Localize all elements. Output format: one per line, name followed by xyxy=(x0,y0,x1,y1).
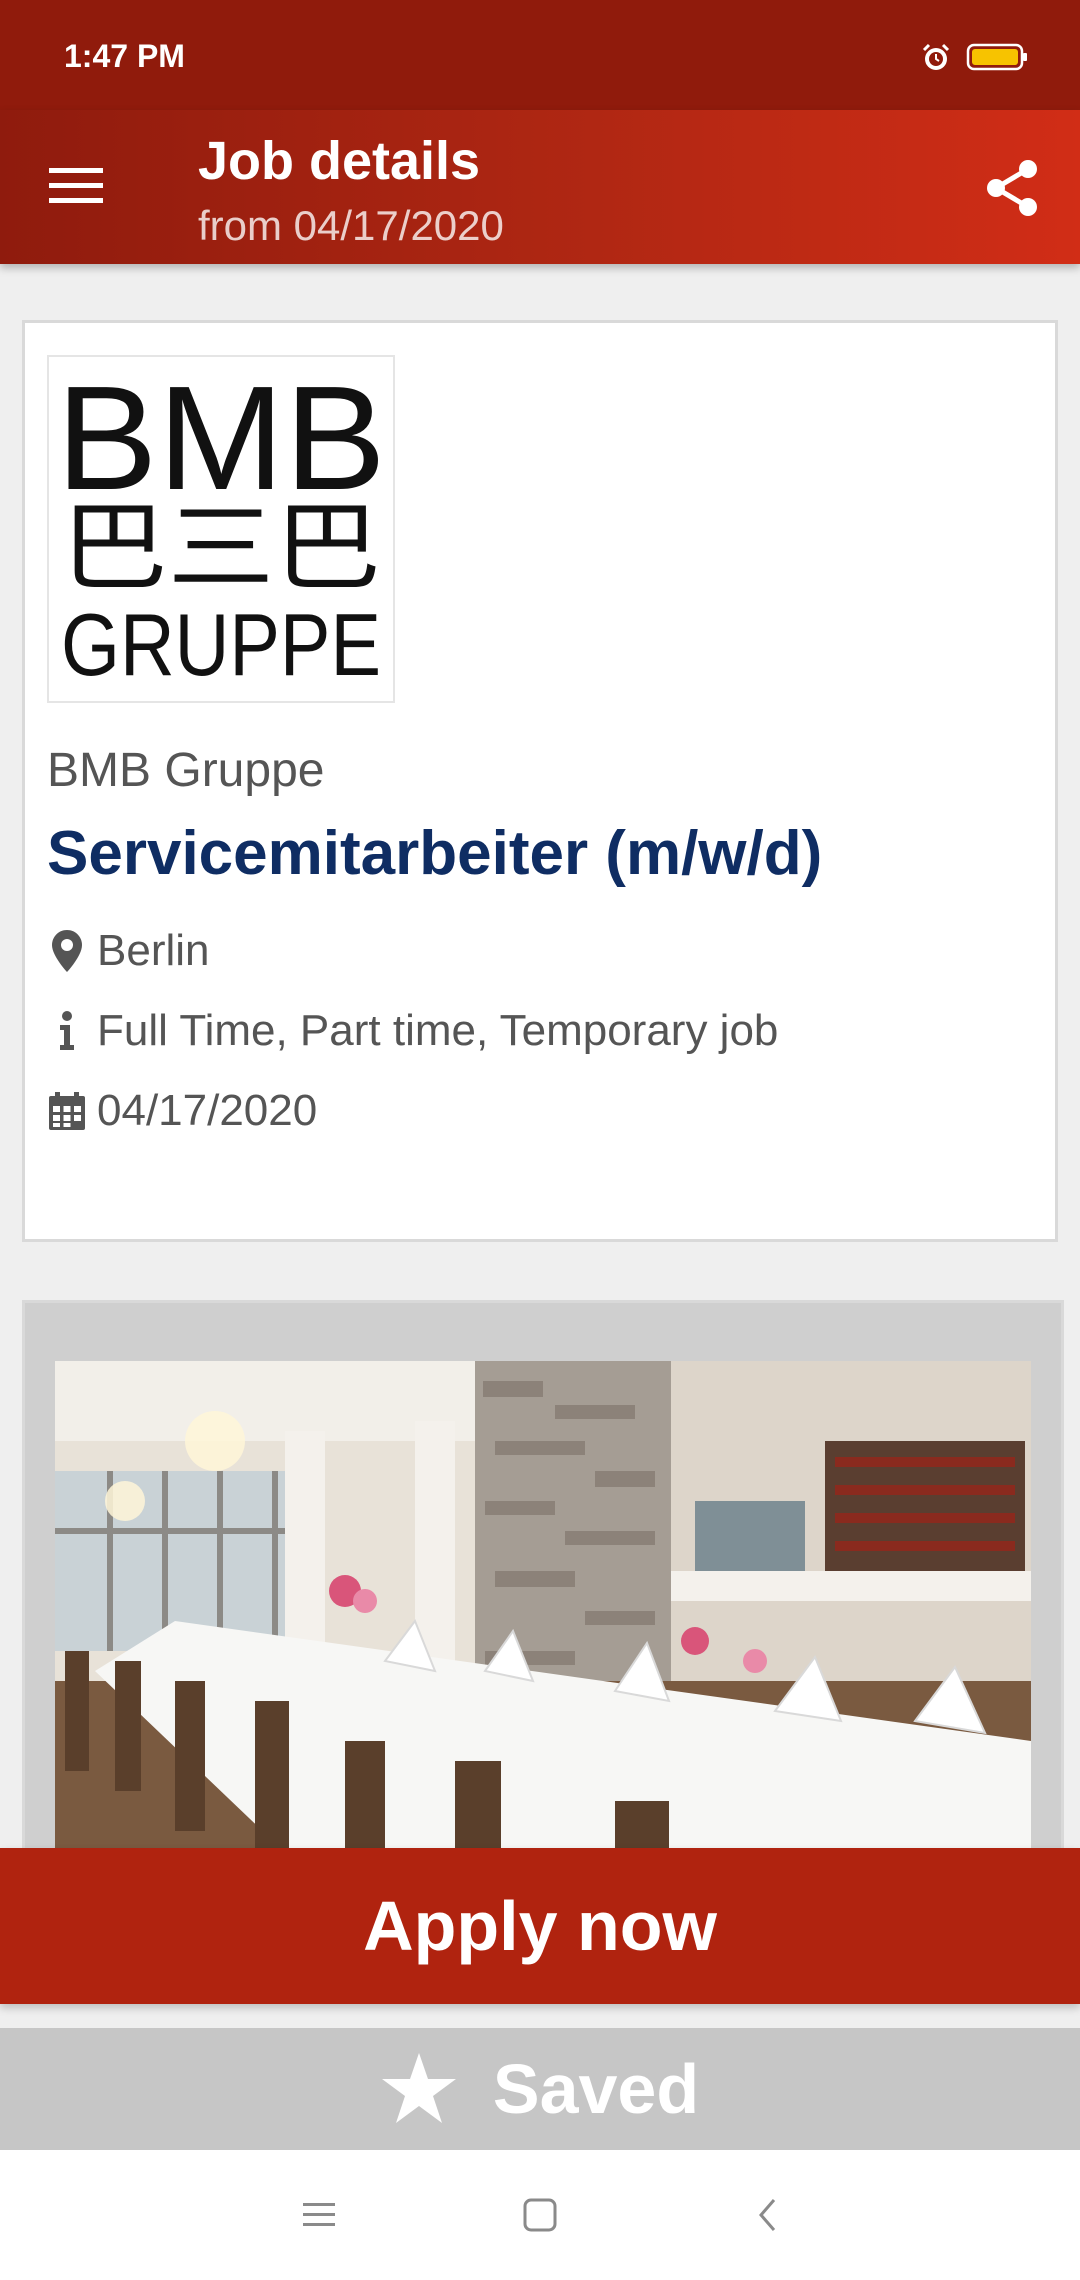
battery-icon xyxy=(966,43,1027,71)
photo-card xyxy=(22,1300,1064,1860)
job-details-screen: 1:47 PM Job details from 04/17/2020 BMB … xyxy=(0,0,1080,2280)
employment-type-row: Full Time, Part time, Temporary job xyxy=(47,1001,778,1061)
company-logo: BMB 巴三巴 GRUPPE xyxy=(47,355,395,703)
alarm-icon xyxy=(922,43,950,70)
restaurant-photo xyxy=(55,1361,1031,1857)
page-title: Job details xyxy=(198,131,481,191)
status-bar: 1:47 PM xyxy=(0,0,1080,110)
logo-line-3: GRUPPE xyxy=(61,595,381,694)
employment-type-text: Full Time, Part time, Temporary job xyxy=(97,1006,779,1055)
system-nav-bar xyxy=(0,2150,1080,2280)
recents-icon xyxy=(303,2203,335,2226)
hamburger-menu-icon xyxy=(49,168,103,203)
info-icon xyxy=(47,1009,87,1053)
app-bar: Job details from 04/17/2020 xyxy=(0,110,1080,264)
calendar-icon xyxy=(47,1089,87,1133)
page-subtitle: from 04/17/2020 xyxy=(198,202,504,249)
share-button[interactable] xyxy=(974,150,1050,226)
star-icon xyxy=(381,2053,456,2123)
home-icon xyxy=(523,2198,557,2232)
back-icon xyxy=(759,2199,776,2231)
menu-button[interactable] xyxy=(40,150,112,222)
location-row: Berlin xyxy=(47,921,210,981)
location-pin-icon xyxy=(47,929,87,973)
saved-label: Saved xyxy=(492,2050,700,2128)
home-button[interactable] xyxy=(515,2190,565,2240)
apply-now-label: Apply now xyxy=(363,1887,717,1965)
company-name: BMB Gruppe xyxy=(47,744,325,797)
share-icon xyxy=(987,160,1037,216)
recents-button[interactable] xyxy=(294,2190,344,2240)
date-row: 04/17/2020 xyxy=(47,1081,317,1141)
job-card: BMB 巴三巴 GRUPPE BMB Gruppe Servicemitarbe… xyxy=(22,320,1058,1242)
job-title: Servicemitarbeiter (m/w/d) xyxy=(47,819,823,888)
apply-now-button[interactable]: Apply now xyxy=(0,1848,1080,2004)
back-button[interactable] xyxy=(743,2190,793,2240)
saved-button[interactable]: Saved xyxy=(0,2028,1080,2150)
status-time: 1:47 PM xyxy=(64,38,185,74)
location-text: Berlin xyxy=(97,926,210,975)
date-text: 04/17/2020 xyxy=(97,1086,318,1135)
logo-line-2: 巴三巴 xyxy=(61,492,381,604)
